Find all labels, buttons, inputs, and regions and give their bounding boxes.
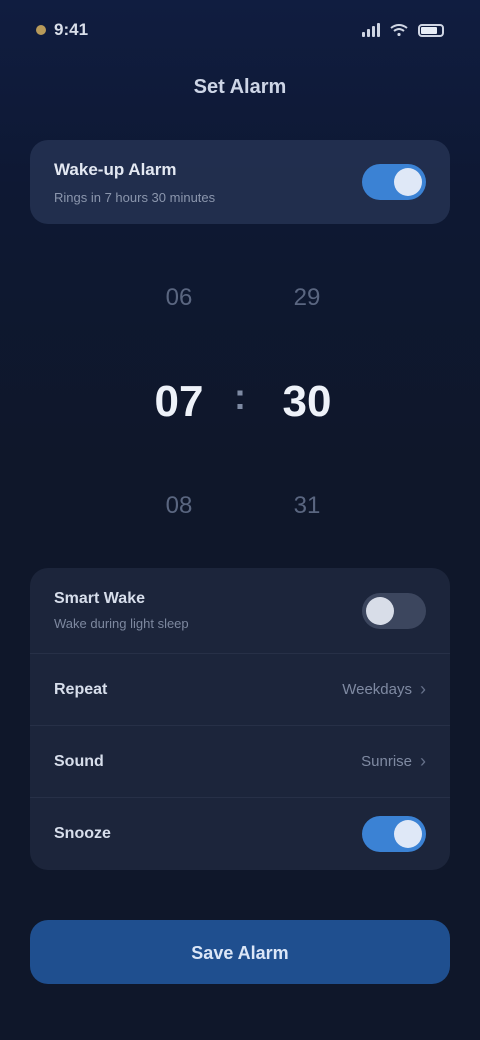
smart-wake-label: Smart Wake: [54, 590, 145, 607]
signal-icon: [362, 23, 380, 37]
alarm-card-text: Wake-up Alarm Rings in 7 hours 30 minute…: [54, 160, 215, 205]
snooze-row[interactable]: Snooze: [30, 798, 450, 870]
recording-indicator-icon: [36, 25, 46, 35]
toggle-knob: [394, 168, 422, 196]
hour-wheel[interactable]: 06 07 08: [134, 260, 224, 526]
smart-wake-toggle[interactable]: [362, 592, 426, 629]
sound-label: Sound: [54, 752, 104, 770]
chevron-right-icon: ›: [420, 679, 426, 699]
alarm-label: Wake-up Alarm: [54, 159, 177, 179]
alarm-card: Wake-up Alarm Rings in 7 hours 30 minute…: [30, 140, 450, 224]
minute-wheel[interactable]: 29 30 31: [262, 260, 352, 526]
time-picker: 06 07 08 : 29 30 31: [0, 260, 480, 540]
snooze-toggle[interactable]: [362, 816, 426, 852]
battery-icon: [418, 23, 444, 37]
hour-selected[interactable]: 07: [134, 374, 224, 430]
repeat-label: Repeat: [54, 680, 108, 698]
hour-next[interactable]: 08: [134, 486, 224, 526]
repeat-value: Weekdays: [342, 681, 412, 698]
alarm-subtitle: Rings in 7 hours 30 minutes: [54, 189, 216, 205]
wifi-icon: [390, 24, 408, 36]
sound-value-group: Sunrise ›: [361, 751, 426, 772]
repeat-value-group: Weekdays ›: [342, 679, 426, 700]
status-clock: 9:41: [36, 20, 88, 40]
chevron-right-icon: ›: [420, 751, 426, 771]
alarm-toggle[interactable]: [362, 164, 426, 200]
smart-wake-row[interactable]: Smart Wake Wake during light sleep: [30, 568, 450, 654]
save-alarm-button[interactable]: Save Alarm: [30, 920, 450, 984]
time-separator: :: [234, 376, 246, 417]
sound-value: Sunrise: [361, 753, 412, 770]
page-title: Set Alarm: [193, 76, 287, 98]
repeat-row[interactable]: Repeat Weekdays ›: [30, 654, 450, 726]
toggle-knob: [394, 820, 422, 848]
status-time: 9:41: [54, 20, 89, 39]
minute-next[interactable]: 31: [262, 486, 352, 526]
smart-wake-subtitle: Wake during light sleep: [54, 616, 189, 631]
minute-selected[interactable]: 30: [262, 374, 352, 430]
alarm-options-card: Smart Wake Wake during light sleep Repea…: [30, 568, 450, 870]
smart-wake-text: Smart Wake Wake during light sleep: [54, 590, 189, 631]
toggle-knob: [366, 596, 394, 625]
status-icons: [362, 23, 444, 37]
hour-prev[interactable]: 06: [134, 278, 224, 318]
status-bar: 9:41: [0, 0, 480, 60]
minute-prev[interactable]: 29: [262, 278, 352, 318]
snooze-label: Snooze: [54, 825, 111, 842]
sound-row[interactable]: Sound Sunrise ›: [30, 726, 450, 798]
